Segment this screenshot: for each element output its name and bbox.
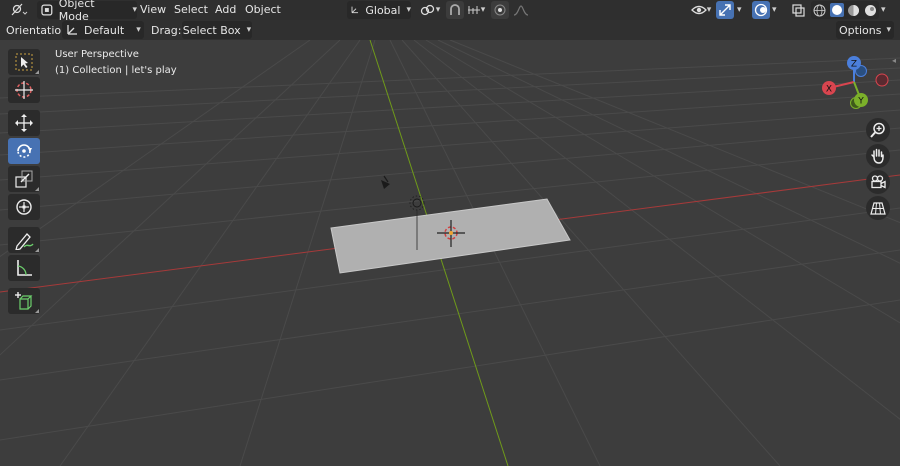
menu-object[interactable]: Object xyxy=(245,3,281,16)
zoom-icon xyxy=(870,122,885,138)
gizmo-toggle[interactable] xyxy=(716,1,734,19)
viewport-header: Object Mode ▾ View Select Add Object Glo… xyxy=(0,0,900,23)
editor-type-button[interactable] xyxy=(6,1,32,19)
cursor-icon xyxy=(15,81,33,99)
rotate-icon xyxy=(17,144,32,158)
options-dropdown[interactable]: Options ▾ xyxy=(836,21,894,39)
proportional-falloff-dropdown[interactable] xyxy=(510,1,532,19)
drag-value: Select Box xyxy=(182,23,241,37)
chevron-down-icon: ▾ xyxy=(246,25,252,35)
gizmo-z-label: Z xyxy=(851,60,857,70)
overlay-icon xyxy=(754,3,768,17)
tool-annotate[interactable] xyxy=(8,227,40,253)
proportional-edit-icon xyxy=(494,4,506,16)
chevron-down-icon[interactable]: ▾ xyxy=(737,5,742,15)
snap-icon xyxy=(450,4,460,15)
measure-icon xyxy=(17,260,32,276)
move-icon xyxy=(15,114,33,132)
orientation-label: Global xyxy=(365,3,401,17)
drag-field-label: Drag: xyxy=(151,24,182,37)
more-tools-indicator xyxy=(35,248,39,252)
wireframe-shading-icon[interactable] xyxy=(813,4,826,17)
add-cube-icon xyxy=(15,292,33,310)
more-tools-indicator xyxy=(35,309,39,313)
chevron-down-icon: ▾ xyxy=(706,5,712,15)
tool-move[interactable] xyxy=(8,110,40,136)
navigation-gizmo[interactable]: Z X Y xyxy=(816,50,892,112)
pan-button[interactable] xyxy=(866,144,890,168)
tool-rotate[interactable] xyxy=(8,138,40,164)
zoom-button[interactable] xyxy=(866,118,890,142)
drag-dropdown[interactable]: Select Box ▾ xyxy=(182,21,252,39)
link-icon xyxy=(420,4,434,16)
proportional-edit-toggle[interactable] xyxy=(491,1,509,19)
annotate-icon xyxy=(15,233,34,250)
tool-transform[interactable] xyxy=(8,194,40,220)
tool-scale[interactable] xyxy=(8,166,40,192)
camera-icon xyxy=(871,175,886,189)
chevron-down-icon: ▾ xyxy=(480,5,486,15)
visibility-icon xyxy=(690,5,707,15)
rendered-shading-icon[interactable] xyxy=(864,4,877,17)
overlay-toggle[interactable] xyxy=(752,1,770,19)
xray-icon xyxy=(791,3,805,17)
view-name-text: User Perspective xyxy=(55,49,139,60)
chevron-down-icon: ▾ xyxy=(435,5,441,15)
chevron-down-icon[interactable]: ▾ xyxy=(881,5,886,15)
chevron-down-icon[interactable]: ▾ xyxy=(772,5,777,15)
menu-select[interactable]: Select xyxy=(174,3,208,16)
grid-icon xyxy=(870,202,886,215)
visibility-dropdown[interactable]: ▾ xyxy=(687,1,715,19)
tool-select-box[interactable] xyxy=(8,49,40,75)
chevron-down-icon: ▾ xyxy=(136,25,141,35)
tool-settings-bar: Orientation: Default ▾ Drag: Select Box … xyxy=(0,20,900,40)
xray-toggle[interactable] xyxy=(789,1,807,19)
orientation-icon xyxy=(67,25,77,35)
scale-icon xyxy=(15,170,33,188)
solid-shading-icon[interactable] xyxy=(829,3,844,17)
chevron-down-icon: ▾ xyxy=(132,5,137,15)
snap-target-dropdown[interactable]: ▾ xyxy=(465,1,487,19)
transform-icon xyxy=(16,199,32,215)
chevron-down-icon: ▾ xyxy=(406,5,411,15)
collection-info-text: (1) Collection | let's play xyxy=(55,65,177,76)
menu-add[interactable]: Add xyxy=(215,3,236,16)
orientation-dropdown[interactable]: Default ▾ xyxy=(62,21,144,39)
sidebar-toggle-arrow[interactable]: ◂ xyxy=(892,56,896,65)
more-tools-indicator xyxy=(35,187,39,191)
object-mode-icon xyxy=(41,4,53,16)
snap-target-icon xyxy=(467,6,480,14)
tool-measure[interactable] xyxy=(8,255,40,281)
object-mode-dropdown[interactable]: Object Mode ▾ xyxy=(37,0,137,23)
shading-mode-group xyxy=(811,1,879,19)
falloff-icon xyxy=(513,5,529,16)
gizmo-y-label: Y xyxy=(857,97,864,107)
orientation-icon xyxy=(351,6,359,14)
projection-toggle-button[interactable] xyxy=(866,196,890,220)
menu-view[interactable]: View xyxy=(140,3,166,16)
camera-view-button[interactable] xyxy=(866,170,890,194)
material-shading-icon[interactable] xyxy=(847,4,860,17)
transform-orientation-dropdown[interactable]: Global ▾ xyxy=(347,1,411,19)
options-label: Options xyxy=(839,23,882,37)
editor-type-icon xyxy=(11,3,28,16)
gizmo-x-label: X xyxy=(826,85,832,95)
gizmo-icon xyxy=(719,4,731,16)
hand-pan-icon xyxy=(871,148,884,164)
chevron-down-icon: ▾ xyxy=(886,25,891,35)
gizmo-neg-x[interactable] xyxy=(875,73,889,87)
tool-cursor[interactable] xyxy=(8,77,40,103)
tool-add-cube[interactable] xyxy=(8,288,40,314)
more-tools-indicator xyxy=(35,70,39,74)
orientation-value: Default xyxy=(84,23,125,37)
select-box-icon xyxy=(15,53,33,71)
snap-toggle[interactable] xyxy=(446,1,464,19)
pivot-point-button[interactable]: ▾ xyxy=(416,1,444,19)
